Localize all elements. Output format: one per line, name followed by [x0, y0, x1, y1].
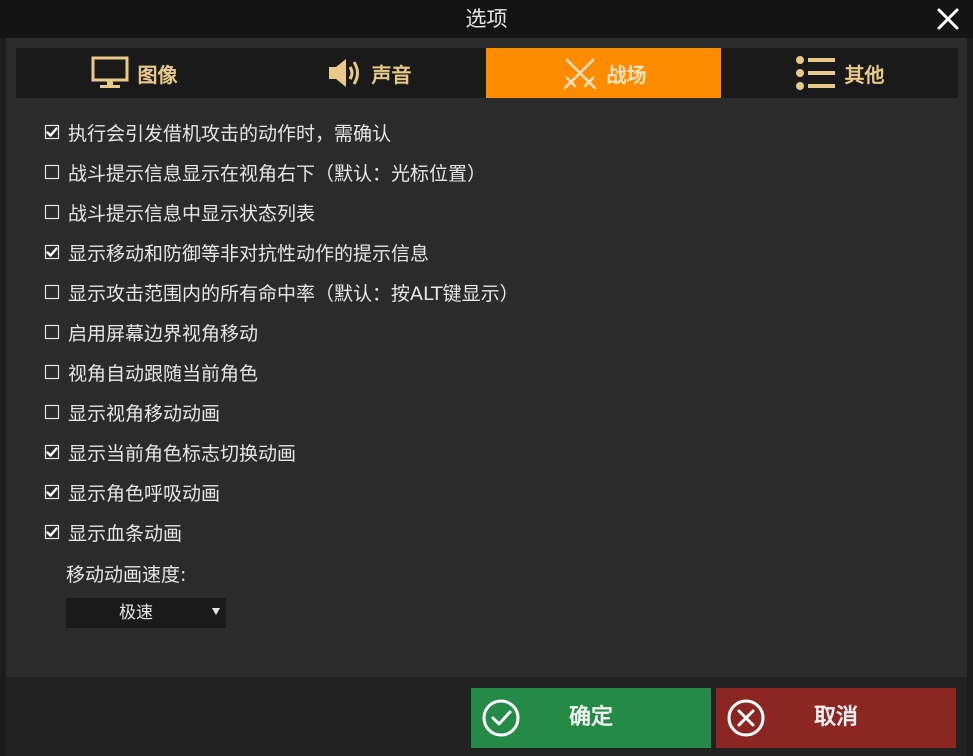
option-label: 战斗提示信息中显示状态列表 — [68, 202, 316, 225]
option-row[interactable]: 战斗提示信息中显示状态列表 — [44, 198, 664, 226]
option-label: 显示角色呼吸动画 — [68, 482, 221, 505]
speaker-icon — [328, 59, 359, 87]
checkbox-unchecked-icon[interactable] — [44, 284, 60, 300]
option-label: 显示视角移动动画 — [68, 402, 221, 425]
option-row[interactable]: 显示视角移动动画 — [44, 398, 664, 426]
option-row[interactable]: 战斗提示信息显示在视角右下（默认：光标位置） — [44, 158, 664, 186]
checkbox-unchecked-icon[interactable] — [44, 324, 60, 340]
cancel-circle-icon — [727, 699, 765, 737]
check-circle-icon — [482, 699, 520, 737]
checkbox-unchecked-icon[interactable] — [44, 164, 60, 180]
cancel-button[interactable]: 取消 — [716, 688, 956, 748]
checkbox-checked-icon[interactable] — [44, 124, 60, 140]
close-button[interactable] — [933, 4, 963, 34]
checkbox-unchecked-icon[interactable] — [44, 204, 60, 220]
checkbox-checked-icon[interactable] — [44, 444, 60, 460]
option-label: 视角自动跟随当前角色 — [68, 362, 259, 385]
crossed-swords-icon — [563, 58, 596, 90]
title-bar: 选项 — [0, 0, 973, 38]
content-panel: 图像 声音 战场 其他 执行会引发借机攻击的动作时，需确认 战斗提示信息显示在视… — [6, 38, 967, 756]
checkbox-unchecked-icon[interactable] — [44, 404, 60, 420]
option-label: 启用屏幕边界视角移动 — [68, 322, 259, 345]
tab-battlefield[interactable]: 战场 — [486, 48, 721, 98]
ok-button[interactable]: 确定 — [471, 688, 711, 748]
monitor-icon — [91, 56, 128, 88]
tab-label: 声音 — [371, 62, 412, 87]
move-speed-select[interactable]: 极速 — [66, 598, 226, 628]
option-row[interactable]: 显示角色呼吸动画 — [44, 478, 664, 506]
tab-label: 战场 — [606, 62, 647, 87]
option-row[interactable]: 视角自动跟随当前角色 — [44, 358, 664, 386]
options-dialog: 选项 图像 声音 战场 其他 执行会引发借机攻击的动作时，需确认 战斗提示信息显… — [0, 0, 973, 756]
tab-label: 其他 — [844, 62, 885, 87]
option-row[interactable]: 显示血条动画 — [44, 518, 664, 546]
cancel-label: 取消 — [813, 705, 858, 730]
checkbox-checked-icon[interactable] — [44, 524, 60, 540]
option-label: 显示当前角色标志切换动画 — [68, 442, 297, 465]
move-speed-label: 移动动画速度: — [66, 564, 187, 586]
select-value: 极速 — [119, 603, 153, 623]
close-icon — [937, 8, 959, 30]
checkbox-checked-icon[interactable] — [44, 244, 60, 260]
option-label: 显示移动和防御等非对抗性动作的提示信息 — [68, 242, 430, 265]
dropdown-arrow-icon — [212, 608, 220, 615]
checkbox-checked-icon[interactable] — [44, 484, 60, 500]
tab-label: 图像 — [137, 62, 178, 87]
option-label: 显示攻击范围内的所有命中率（默认：按ALT键显示） — [68, 282, 519, 305]
option-row[interactable]: 显示当前角色标志切换动画 — [44, 438, 664, 466]
dialog-title: 选项 — [465, 7, 508, 31]
tab-graphics[interactable]: 图像 — [16, 48, 251, 98]
option-row[interactable]: 执行会引发借机攻击的动作时，需确认 — [44, 118, 664, 146]
option-label: 战斗提示信息显示在视角右下（默认：光标位置） — [68, 162, 487, 185]
ok-label: 确定 — [568, 705, 613, 730]
tab-other[interactable]: 其他 — [721, 48, 958, 98]
tab-bar: 图像 声音 战场 其他 — [16, 48, 958, 98]
list-icon — [795, 56, 835, 90]
option-label: 显示血条动画 — [68, 522, 183, 545]
option-row[interactable]: 启用屏幕边界视角移动 — [44, 318, 664, 346]
option-row[interactable]: 显示攻击范围内的所有命中率（默认：按ALT键显示） — [44, 278, 664, 306]
option-row[interactable]: 显示移动和防御等非对抗性动作的提示信息 — [44, 238, 664, 266]
tab-sound[interactable]: 声音 — [251, 48, 486, 98]
checkbox-unchecked-icon[interactable] — [44, 364, 60, 380]
option-label: 执行会引发借机攻击的动作时，需确认 — [68, 122, 392, 145]
